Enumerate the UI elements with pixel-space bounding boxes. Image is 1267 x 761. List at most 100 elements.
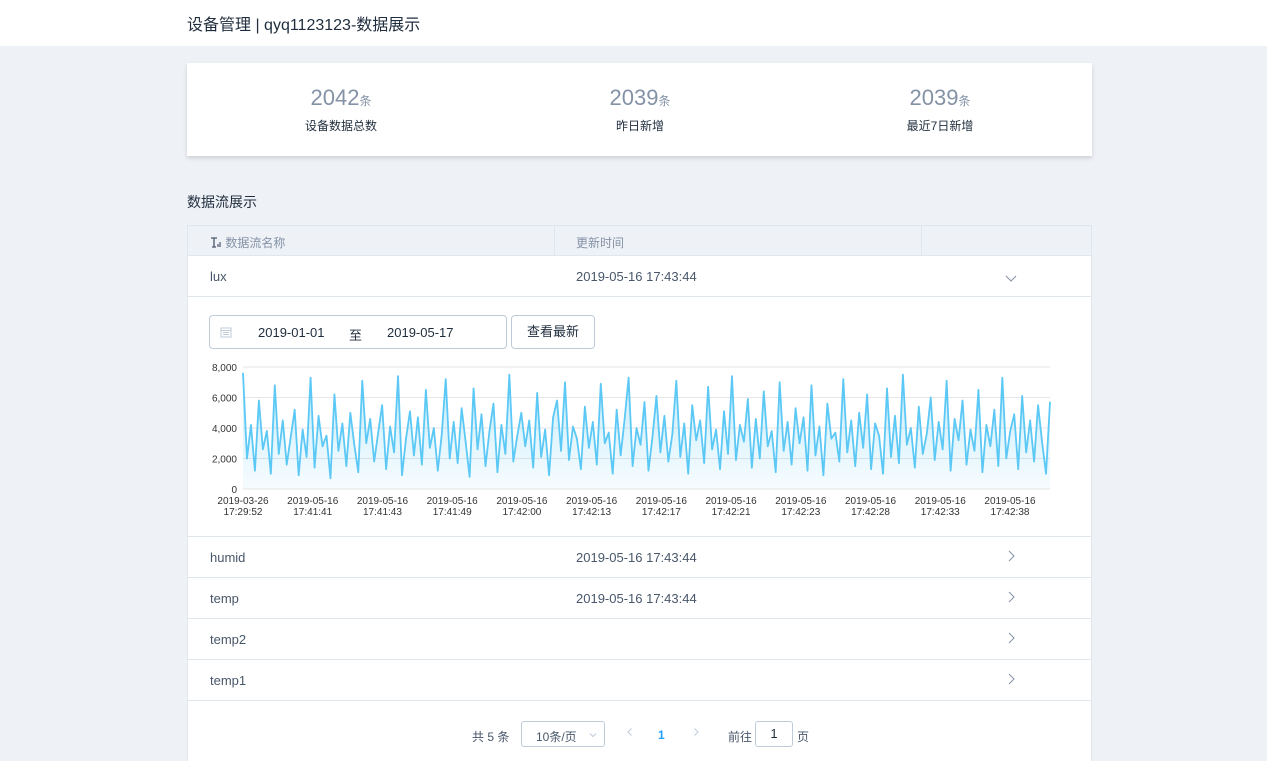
data-point <box>993 409 995 411</box>
data-point <box>556 399 558 402</box>
data-point <box>488 430 491 432</box>
data-point <box>1037 404 1039 406</box>
data-point <box>472 387 475 389</box>
data-point <box>743 441 745 443</box>
data-point <box>325 435 328 437</box>
x-tick-label: 17:42:21 <box>712 507 751 518</box>
data-point <box>655 395 658 397</box>
chevron-right-icon[interactable] <box>1004 672 1018 686</box>
data-point <box>969 428 972 431</box>
data-point <box>568 459 570 461</box>
data-point <box>278 453 280 455</box>
chevron-down-icon <box>589 733 597 738</box>
goto-page-input[interactable]: 1 <box>755 721 793 747</box>
data-point <box>290 436 292 438</box>
data-point <box>1005 457 1007 460</box>
stat-7days-label: 最近7日新增 <box>906 119 974 133</box>
data-point <box>540 456 542 458</box>
data-point <box>242 372 244 374</box>
row-name: temp2 <box>210 632 247 647</box>
data-point <box>262 448 264 450</box>
x-tick-label: 2019-05-16 <box>845 496 897 507</box>
data-point <box>711 448 713 450</box>
page-size-select[interactable]: 10条/页 <box>521 721 605 747</box>
data-point <box>361 380 363 382</box>
data-point <box>286 464 288 466</box>
data-point <box>755 418 757 420</box>
data-point <box>612 473 614 475</box>
data-point <box>500 424 502 426</box>
data-point <box>779 381 781 383</box>
data-point <box>369 418 371 420</box>
data-point <box>683 422 685 425</box>
data-point <box>846 451 848 453</box>
data-point <box>592 421 594 423</box>
stat-total-label: 设备数据总数 <box>304 119 377 133</box>
header-name: 数据流名称 <box>210 234 285 251</box>
header-time: 更新时间 <box>576 236 625 250</box>
table-row-temp1[interactable]: temp1 <box>188 660 1091 701</box>
data-point <box>1009 430 1011 432</box>
data-point <box>417 416 419 418</box>
data-point <box>679 456 681 458</box>
data-point <box>930 396 932 399</box>
data-point <box>532 467 534 469</box>
date-range-picker[interactable]: 2019-01-01 至 2019-05-17 <box>209 315 507 349</box>
chevron-left-icon[interactable] <box>624 726 636 738</box>
chevron-right-icon[interactable] <box>1004 590 1018 604</box>
page-number-current[interactable]: 1 <box>658 728 665 742</box>
data-point <box>989 445 991 447</box>
view-latest-button[interactable]: 查看最新 <box>511 315 595 349</box>
data-point <box>898 462 900 464</box>
top-bar: 设备管理 | qyq1123123-数据展示 <box>0 0 1267 46</box>
chevron-right-icon[interactable] <box>1004 549 1018 563</box>
data-point <box>902 374 904 376</box>
date-start[interactable]: 2019-01-01 <box>258 325 325 340</box>
data-point <box>329 477 332 479</box>
stat-7days: 2039条 最近7日新增 <box>790 85 1090 134</box>
data-point <box>337 450 340 452</box>
page-suffix: 页 <box>797 730 810 744</box>
data-point <box>695 439 697 441</box>
data-point <box>345 465 347 467</box>
table-row-humid[interactable]: humid 2019-05-16 17:43:44 <box>188 537 1091 578</box>
section-title: 数据流展示 <box>187 194 257 210</box>
data-point <box>484 465 487 467</box>
data-point <box>747 398 749 400</box>
data-point <box>791 464 793 466</box>
data-point <box>588 447 590 449</box>
data-point <box>468 476 471 478</box>
row-time: 2019-05-16 17:43:44 <box>576 591 697 606</box>
chevron-down-icon[interactable] <box>1004 271 1018 285</box>
data-point <box>496 471 499 473</box>
data-point <box>401 474 403 476</box>
data-point <box>767 445 769 447</box>
data-point <box>957 439 960 441</box>
data-point <box>870 468 872 470</box>
table-row-temp2[interactable]: temp2 <box>188 619 1091 660</box>
chevron-right-icon[interactable] <box>690 726 702 738</box>
data-point <box>715 428 717 431</box>
stat-yesterday-value: 2039 <box>609 85 659 110</box>
table-row-temp[interactable]: temp 2019-05-16 17:43:44 <box>188 578 1091 619</box>
data-point <box>647 470 650 472</box>
data-point <box>282 419 284 421</box>
x-tick-label: 17:42:28 <box>851 507 890 518</box>
header-name-label: 数据流名称 <box>225 236 286 250</box>
data-point <box>250 424 252 426</box>
data-point <box>858 412 860 414</box>
date-end[interactable]: 2019-05-17 <box>387 325 454 340</box>
table-row-lux[interactable]: lux 2019-05-16 17:43:44 <box>188 256 1091 297</box>
data-point <box>620 454 622 457</box>
stat-yesterday-unit: 条 <box>658 94 671 108</box>
data-point <box>246 457 248 460</box>
data-point <box>965 464 968 466</box>
row-time: 2019-05-16 17:43:44 <box>576 550 697 565</box>
row-time: 2019-05-16 17:43:44 <box>576 269 697 284</box>
data-point <box>1013 413 1015 415</box>
chevron-right-icon[interactable] <box>1004 631 1018 645</box>
x-tick-label: 2019-05-16 <box>706 496 758 507</box>
data-point <box>914 467 916 469</box>
row-name: temp1 <box>210 673 247 688</box>
data-point <box>842 378 844 380</box>
